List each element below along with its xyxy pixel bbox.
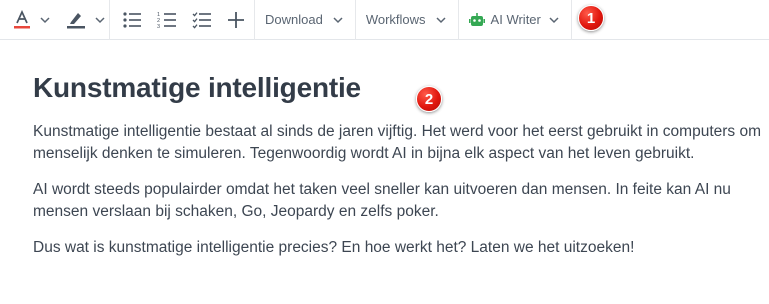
ai-writer-group: AI Writer <box>459 0 572 40</box>
numbered-list-icon: 1 2 3 <box>157 12 176 29</box>
highlight-icon <box>67 12 85 28</box>
paragraph-2: AI wordt steeds populairder omdat het ta… <box>33 181 731 220</box>
workflows-group: Workflows <box>356 0 459 40</box>
document-body[interactable]: Kunstmatige intelligentie Kunstmatige in… <box>33 70 769 259</box>
workflows-dropdown[interactable]: Workflows <box>356 0 458 40</box>
text-format-group <box>0 0 110 40</box>
numbered-list-button[interactable]: 1 2 3 <box>157 0 177 40</box>
download-dropdown[interactable]: Download <box>255 0 355 40</box>
text-color-button[interactable] <box>13 0 52 40</box>
svg-text:3: 3 <box>157 24 160 29</box>
editor-toolbar: 1 2 3 Download Workflows AI Writer <box>0 0 769 40</box>
chevron-down-icon <box>40 16 50 23</box>
ai-writer-label: AI Writer <box>490 12 541 27</box>
marker-1-label: 1 <box>586 9 596 27</box>
bullet-list-icon <box>123 11 141 28</box>
insert-button[interactable] <box>227 0 245 40</box>
plus-icon <box>228 11 244 28</box>
workflows-label: Workflows <box>365 12 426 27</box>
highlight-button[interactable] <box>66 0 107 40</box>
ai-writer-dropdown[interactable]: AI Writer <box>459 0 571 40</box>
document-title: Kunstmatige intelligentie <box>33 72 361 103</box>
chevron-down-icon <box>436 16 446 23</box>
paragraph-1: Kunstmatige intelligentie bestaat al sin… <box>33 123 762 162</box>
bullet-list-button[interactable] <box>122 0 142 40</box>
checklist-button[interactable] <box>192 0 212 40</box>
text-color-icon <box>14 9 30 28</box>
download-label: Download <box>265 12 323 27</box>
marker-1: 1 <box>578 5 604 31</box>
chevron-down-icon <box>333 16 343 23</box>
download-group: Download <box>255 0 356 40</box>
robot-icon <box>468 12 485 26</box>
chevron-down-icon <box>549 16 559 23</box>
paragraph-3: Dus wat is kunstmatige intelligentie pre… <box>33 239 635 256</box>
list-group: 1 2 3 <box>110 0 255 40</box>
checklist-icon <box>192 11 211 29</box>
chevron-down-icon <box>95 16 105 23</box>
